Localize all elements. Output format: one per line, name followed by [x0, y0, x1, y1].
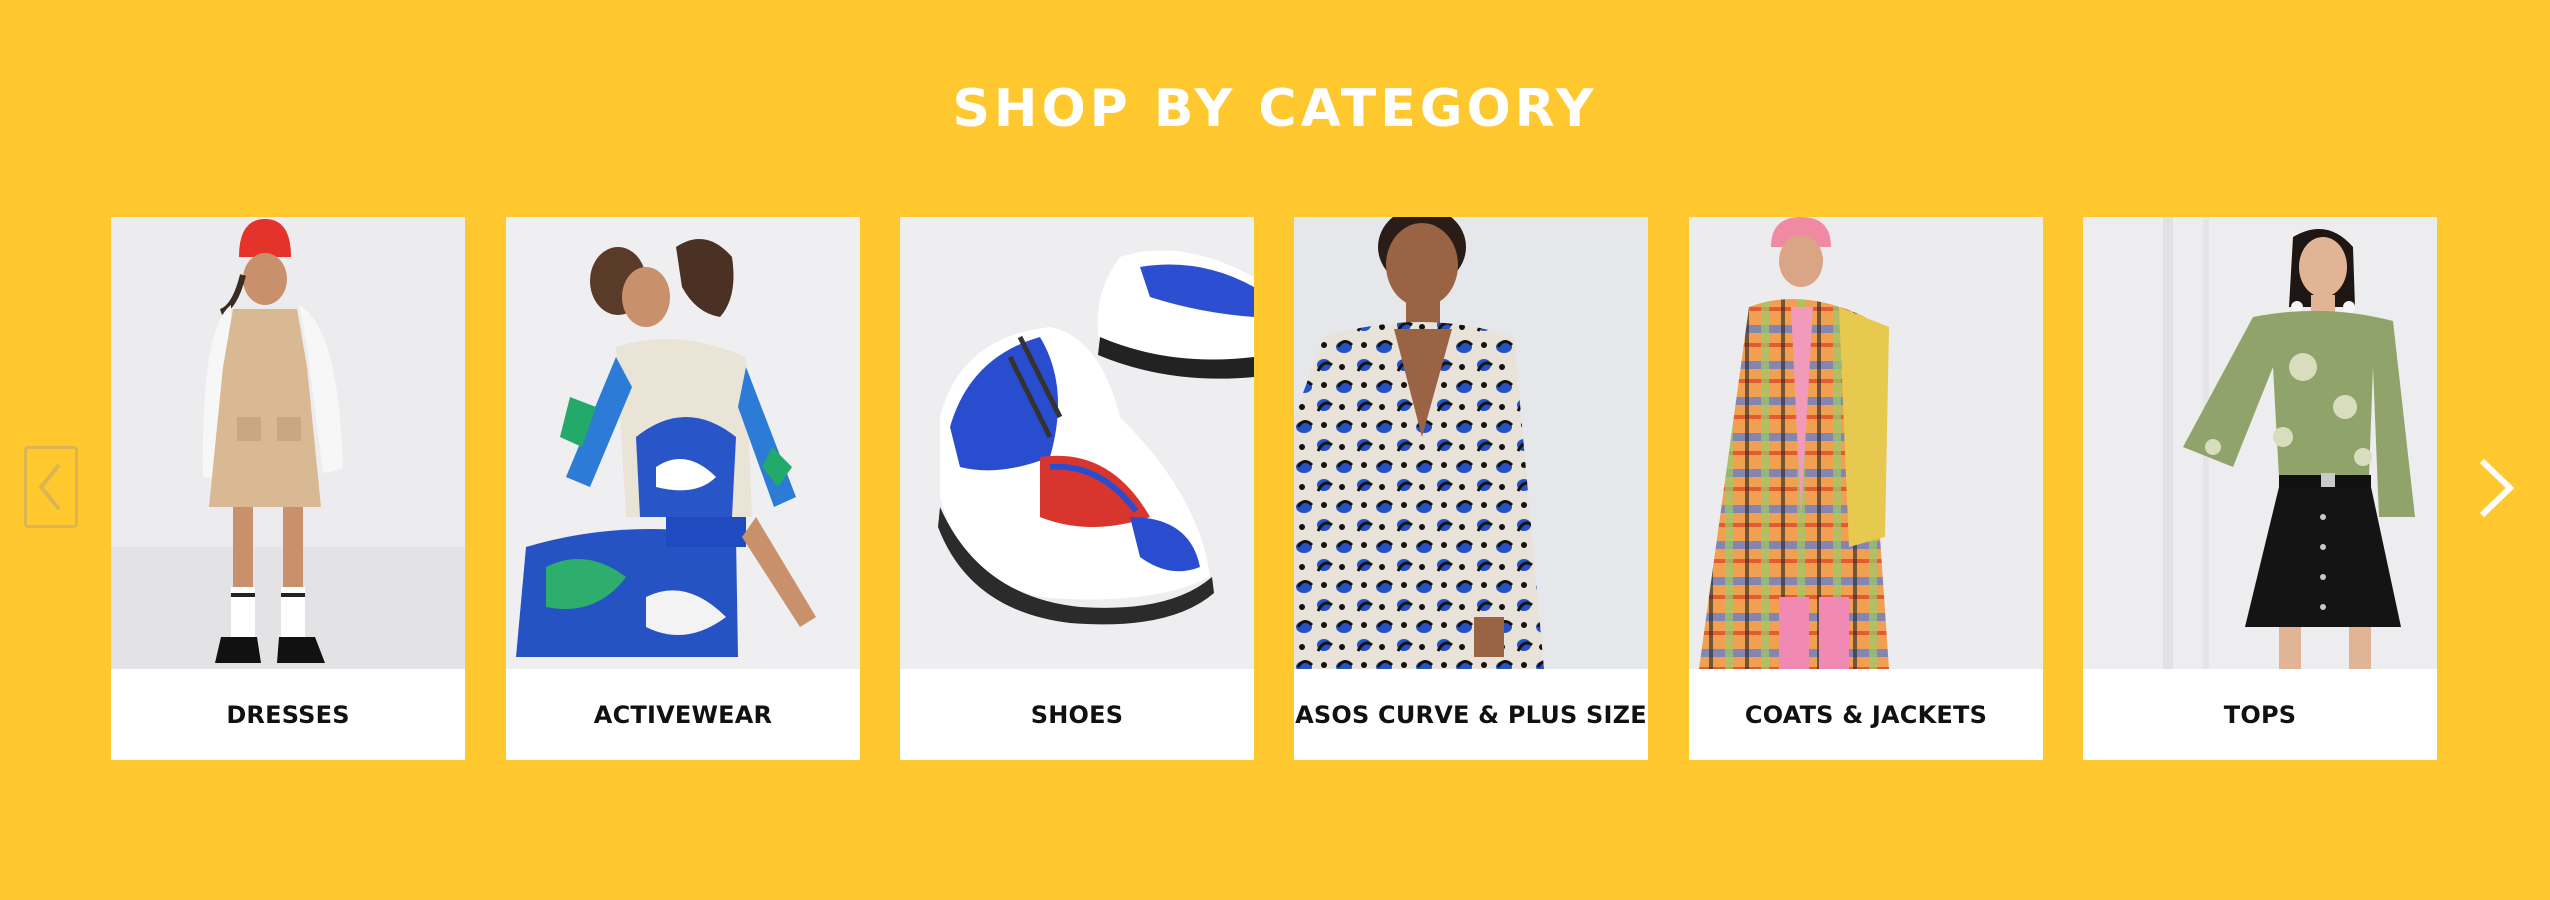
chevron-left-icon: [38, 463, 61, 511]
category-card-coats-jackets[interactable]: COATS & JACKETS: [1689, 217, 2043, 760]
carousel-next-button[interactable]: [2470, 455, 2520, 521]
category-label: COATS & JACKETS: [1744, 700, 1988, 729]
category-image-dresses: [111, 217, 465, 669]
category-image-tops: [2083, 217, 2437, 669]
category-card-dresses[interactable]: DRESSES: [111, 217, 465, 760]
category-image-curve-plus-size: [1294, 217, 1648, 669]
category-image-activewear: [506, 217, 860, 669]
category-label: DRESSES: [226, 700, 350, 729]
category-label: ACTIVEWEAR: [593, 700, 773, 729]
category-card-shoes[interactable]: SHOES: [900, 217, 1254, 760]
category-label: TOPS: [2223, 700, 2297, 729]
category-card-tops[interactable]: TOPS: [2083, 217, 2437, 760]
category-card-activewear[interactable]: ACTIVEWEAR: [506, 217, 860, 760]
category-card-curve-plus-size[interactable]: ASOS CURVE & PLUS SIZE: [1294, 217, 1648, 760]
category-image-shoes: [900, 217, 1254, 669]
carousel-prev-button[interactable]: [24, 446, 78, 528]
category-label: ASOS CURVE & PLUS SIZE: [1295, 700, 1647, 729]
category-carousel: DRESSES ACTIVEWEAR SHOES ASOS CURVE & PL…: [0, 0, 2550, 900]
category-image-coats-jackets: [1689, 217, 2043, 669]
chevron-right-icon: [2479, 458, 2515, 518]
category-label: SHOES: [1030, 700, 1124, 729]
